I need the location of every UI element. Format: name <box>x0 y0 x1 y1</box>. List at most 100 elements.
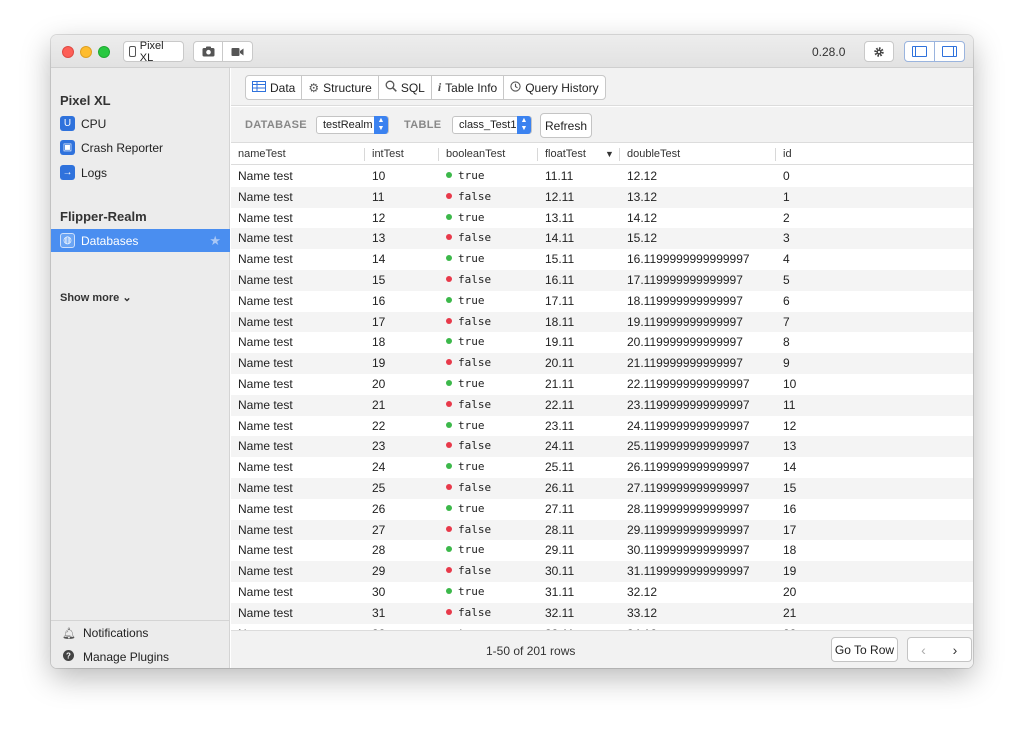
table-cell-doubletest: 31.1199999999999997 <box>627 564 750 579</box>
table-cell-nametest: Name test <box>238 585 293 599</box>
table-row[interactable]: Name test 18 true 19.11 20.119999999999997 8 <box>231 332 973 353</box>
table-row[interactable]: Name test 12 true 13.11 14.12 2 <box>231 208 973 229</box>
settings-button[interactable] <box>864 41 894 62</box>
table-cell-id: 3 <box>783 231 790 246</box>
device-selector-button[interactable]: Pixel XL <box>123 40 184 64</box>
table-row[interactable]: Name test 28 true 29.11 30.1199999999999997 1… <box>231 540 973 561</box>
table-row[interactable]: Name test 11 false 12.11 13.12 1 <box>231 186 973 208</box>
column-divider[interactable] <box>438 148 439 161</box>
column-divider[interactable] <box>537 148 538 161</box>
column-header-booleantest[interactable]: booleanTest <box>446 148 505 160</box>
row-count-label: 1-50 of 201 rows <box>486 644 576 658</box>
table-row[interactable]: Name test 29 false 30.11 31.1199999999999997… <box>231 561 973 582</box>
table-cell-doubletest: 17.119999999999997 <box>627 273 743 287</box>
notifications-item[interactable]: 🔔︎ Notifications <box>51 621 230 645</box>
close-window-button[interactable] <box>62 46 74 58</box>
toggle-right-sidebar-button[interactable] <box>934 41 965 62</box>
boolean-value: false <box>458 189 492 203</box>
table-cell-inttest: 17 <box>372 314 386 329</box>
boolean-status-dot-icon <box>446 504 452 511</box>
zoom-window-button[interactable] <box>98 46 110 58</box>
table-cell-nametest: Name test <box>238 231 293 246</box>
column-header-floattest[interactable]: floatTest <box>545 148 586 160</box>
search-icon <box>385 80 397 95</box>
column-divider[interactable] <box>775 148 776 161</box>
tab-query-history[interactable]: Query History <box>504 76 604 99</box>
next-page-button[interactable]: › <box>939 637 972 662</box>
table-cell-booleantest: true <box>446 211 485 224</box>
table-cell-inttest: 20 <box>372 377 386 391</box>
table-select[interactable]: class_Test1 ▲ ▼ <box>452 116 532 134</box>
toggle-left-sidebar-button[interactable] <box>904 41 935 62</box>
table-cell-nametest: Name test <box>238 293 293 308</box>
table-row[interactable]: Name test 15 false 16.11 17.119999999999997 5 <box>231 270 973 291</box>
sidebar-item-logs[interactable]: → Logs <box>51 161 230 184</box>
column-divider[interactable] <box>619 148 620 161</box>
sort-descending-icon[interactable]: ▼ <box>605 149 614 159</box>
column-header-inttest[interactable]: intTest <box>372 148 404 160</box>
tab-data[interactable]: Data <box>246 76 303 99</box>
show-more-link[interactable]: Show more ⌄ <box>60 291 132 304</box>
table-row[interactable]: Name test 25 false 26.11 27.1199999999999997… <box>231 478 973 499</box>
record-video-button[interactable] <box>223 41 253 62</box>
previous-page-button[interactable]: ‹ <box>907 637 940 662</box>
table-cell-inttest: 26 <box>372 501 386 516</box>
table-row[interactable]: Name test 23 false 24.11 25.1199999999999997… <box>231 436 973 458</box>
table-row[interactable]: Name test 16 true 17.11 18.119999999999997 6 <box>231 291 973 312</box>
column-header-doubletest[interactable]: doubleTest <box>627 148 680 160</box>
table-row[interactable]: Name test 21 false 22.11 23.1199999999999997… <box>231 394 973 416</box>
favorite-star-icon[interactable]: ★ <box>209 233 221 249</box>
table-row[interactable]: Name test 19 false 20.11 21.119999999999997 9 <box>231 353 973 374</box>
chevron-down-icon: ⌄ <box>122 292 132 304</box>
sidebar-item-cpu[interactable]: U CPU <box>51 112 230 135</box>
refresh-button[interactable]: Refresh <box>540 113 592 138</box>
table-row[interactable]: Name test 31 false 32.11 33.12 21 <box>231 602 973 624</box>
tab-sql[interactable]: SQL <box>379 76 432 99</box>
boolean-status-dot-icon <box>446 588 452 594</box>
tab-structure[interactable]: ⚙ Structure <box>302 76 379 99</box>
screenshot-button[interactable] <box>193 41 223 62</box>
boolean-value: false <box>458 481 492 494</box>
tab-table-info[interactable]: i Table Info <box>432 76 505 99</box>
table-row[interactable]: Name test 13 false 14.11 15.12 3 <box>231 228 973 250</box>
table-cell-nametest: Name test <box>238 210 293 225</box>
table-cell-doubletest: 15.12 <box>627 231 658 246</box>
table-cell-booleantest: false <box>446 481 491 494</box>
chevron-left-icon: ‹ <box>921 641 926 658</box>
go-to-row-button[interactable]: Go To Row <box>831 637 898 662</box>
table-row[interactable]: Name test 30 true 31.11 32.12 20 <box>231 582 973 603</box>
table-cell-doubletest: 26.1199999999999997 <box>627 460 750 475</box>
column-header-id[interactable]: id <box>783 148 792 160</box>
table-cell-id: 19 <box>783 564 797 579</box>
table-cell-doubletest: 19.119999999999997 <box>627 314 743 329</box>
table-row[interactable]: Name test 27 false 28.11 29.1199999999999997… <box>231 519 973 541</box>
table-row[interactable]: Name test 10 true 11.11 12.12 0 <box>231 166 973 187</box>
table-row[interactable]: Name test 14 true 15.11 16.1199999999999997 4 <box>231 249 973 270</box>
pagination-footer: 1-50 of 201 rows Go To Row ‹ › <box>231 630 973 668</box>
sidebar-item-crash-reporter[interactable]: ▣ Crash Reporter <box>51 136 230 159</box>
table-cell-doubletest: 32.12 <box>627 585 658 599</box>
table-row[interactable]: Name test 20 true 21.11 22.1199999999999997 1… <box>231 374 973 395</box>
database-select[interactable]: testRealm ▲ ▼ <box>316 116 389 134</box>
table-row[interactable]: Name test 22 true 23.11 24.1199999999999997 1… <box>231 416 973 437</box>
phone-icon <box>129 46 136 57</box>
select-arrows-icon: ▲ ▼ <box>374 116 388 134</box>
table-row[interactable]: Name test 26 true 27.11 28.1199999999999997 1… <box>231 499 973 520</box>
table-cell-doubletest: 30.1199999999999997 <box>627 543 750 558</box>
table-cell-booleantest: true <box>446 419 485 432</box>
table-row[interactable]: Name test 17 false 18.11 19.119999999999997 7 <box>231 311 973 333</box>
minimize-window-button[interactable] <box>80 46 92 58</box>
table-cell-booleantest: true <box>446 585 485 598</box>
boolean-status-dot-icon <box>446 172 452 178</box>
boolean-status-dot-icon <box>446 525 452 532</box>
version-label: 0.28.0 <box>812 45 846 59</box>
column-header-nametest[interactable]: nameTest <box>238 148 286 160</box>
sidebar: Pixel XL U CPU ▣ Crash Reporter → Logs F… <box>51 68 230 668</box>
table-cell-nametest: Name test <box>238 252 293 267</box>
column-divider[interactable] <box>364 148 365 161</box>
sidebar-item-databases[interactable]: ◍ Databases ★ <box>51 229 230 252</box>
table-row[interactable]: Name test 24 true 25.11 26.1199999999999997 1… <box>231 457 973 478</box>
manage-plugins-item[interactable]: ? Manage Plugins <box>51 645 230 668</box>
table-cell-floattest: 20.11 <box>545 356 575 371</box>
table-cell-inttest: 28 <box>372 543 386 558</box>
